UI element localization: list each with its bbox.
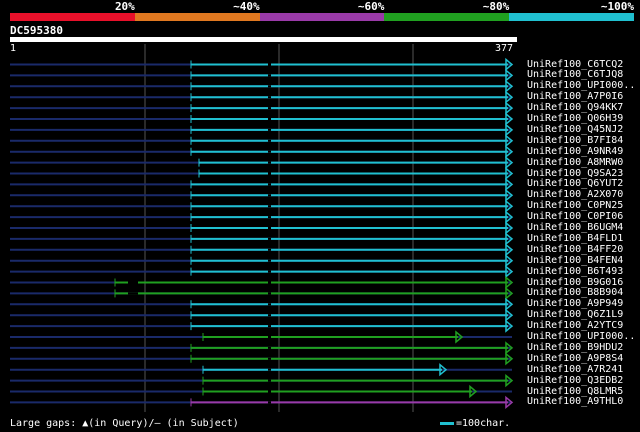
gap-tick (268, 357, 271, 360)
hit-label[interactable]: UniRef100_B6UGM4 (527, 223, 623, 233)
hit-label[interactable]: UniRef100_B8B904 (527, 288, 623, 298)
gap-tick (268, 379, 271, 382)
gap-tick (268, 216, 271, 219)
gap-tick (268, 292, 271, 295)
hit-label[interactable]: UniRef100_A9NR49 (527, 146, 623, 157)
gap-tick (268, 128, 271, 131)
gap-tick (268, 118, 271, 120)
hit-label[interactable]: UniRef100_A7R241 (527, 364, 623, 375)
hit-label[interactable]: UniRef100_A7P0I6 (527, 92, 623, 102)
gap-tick (268, 85, 271, 88)
gaps-legend: Large gaps: ▲(in Query)/– (in Subject) (10, 418, 239, 429)
gap-tick (268, 325, 271, 328)
hit-label[interactable]: UniRef100_B4FF20 (527, 244, 623, 255)
gap-tick (268, 237, 271, 240)
hit-label[interactable]: UniRef100_B9HDU2 (527, 342, 623, 353)
gap-tick (268, 172, 271, 175)
hit-label[interactable]: UniRef100_B6T493 (527, 266, 623, 277)
hit-label[interactable]: UniRef100_A2X070 (527, 190, 623, 200)
hit-label[interactable]: UniRef100_UPI000.. (527, 81, 635, 91)
hit-label[interactable]: UniRef100_B4FLD1 (527, 233, 623, 244)
hit-label[interactable]: UniRef100_Q94KK7 (527, 103, 623, 113)
gap-tick (268, 314, 271, 317)
hit-label[interactable]: UniRef100_Q6YUT2 (527, 179, 623, 189)
gap-tick (268, 248, 271, 251)
hit-label[interactable]: UniRef100_A9P8S4 (527, 353, 623, 364)
hit-label[interactable]: UniRef100_Q9SA23 (527, 168, 623, 179)
hit-label[interactable]: UniRef100_UPI000.. (527, 332, 635, 342)
hit-label[interactable]: UniRef100_C6TCQ2 (527, 59, 623, 70)
gap-tick (268, 270, 271, 273)
hit-label[interactable]: UniRef100_C6TJQ8 (527, 70, 623, 80)
gap-tick (268, 281, 271, 284)
gap-tick (268, 96, 271, 99)
hit-label[interactable]: UniRef100_Q06H39 (527, 114, 623, 124)
scale-bar-icon (440, 421, 454, 425)
hit-label[interactable]: UniRef100_C0PI06 (527, 212, 623, 222)
hit-label[interactable]: UniRef100_A9P949 (527, 299, 623, 309)
gap-tick (268, 205, 271, 208)
hit-label[interactable]: UniRef100_A2YTC9 (527, 321, 623, 331)
gap-tick (268, 259, 271, 262)
hit-label[interactable]: UniRef100_Q6Z1L9 (527, 310, 623, 320)
hit-label[interactable]: UniRef100_A8MRW0 (527, 157, 623, 168)
gap-tick (268, 401, 271, 404)
gap-tick (268, 150, 271, 153)
hit-label[interactable]: UniRef100_Q3EDB2 (527, 375, 623, 386)
scale-text: =100char. (456, 418, 511, 429)
gap-tick (268, 303, 271, 306)
hit-label[interactable]: UniRef100_B9G016 (527, 277, 623, 288)
gap-tick (268, 107, 271, 110)
gap-tick (268, 63, 271, 66)
hit-label[interactable]: UniRef100_Q8LMR5 (527, 386, 623, 397)
gap-tick (268, 74, 271, 77)
gap-tick (268, 139, 271, 142)
gap-tick (268, 161, 271, 164)
hit-label[interactable]: UniRef100_C0PN25 (527, 201, 623, 211)
hit-label[interactable]: UniRef100_B4FEN4 (527, 255, 623, 266)
gap-tick (268, 346, 271, 349)
gap-tick (268, 183, 271, 186)
scale-legend: =100char. (440, 418, 510, 429)
gap-tick (268, 336, 271, 338)
gap-tick (268, 368, 271, 371)
gap-tick (268, 227, 271, 229)
hit-label[interactable]: UniRef100_A9THL0 (527, 397, 623, 407)
gap-tick (268, 194, 271, 197)
hit-label[interactable]: UniRef100_Q45NJ2 (527, 124, 623, 135)
gap-tick (268, 390, 271, 393)
hit-label[interactable]: UniRef100_B7FI84 (527, 135, 623, 146)
